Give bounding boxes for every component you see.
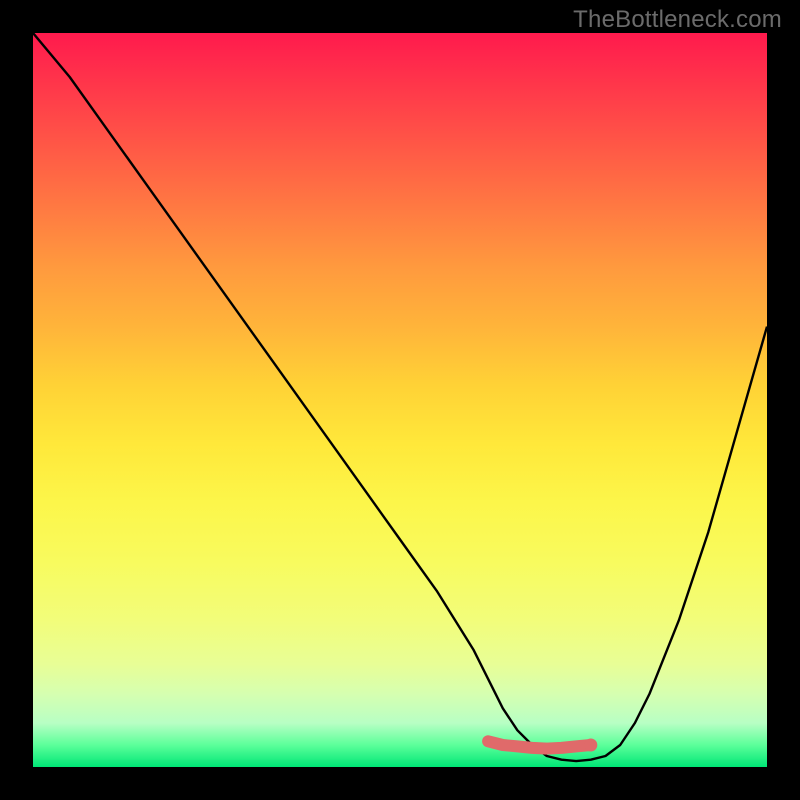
watermark-text: TheBottleneck.com: [573, 6, 782, 34]
chart-frame: TheBottleneck.com: [0, 0, 800, 800]
curve-layer: [33, 33, 767, 767]
marker-end-dot: [584, 739, 597, 752]
plot-area: [33, 33, 767, 767]
marker-band: [488, 741, 591, 748]
bottleneck-curve: [33, 33, 767, 761]
